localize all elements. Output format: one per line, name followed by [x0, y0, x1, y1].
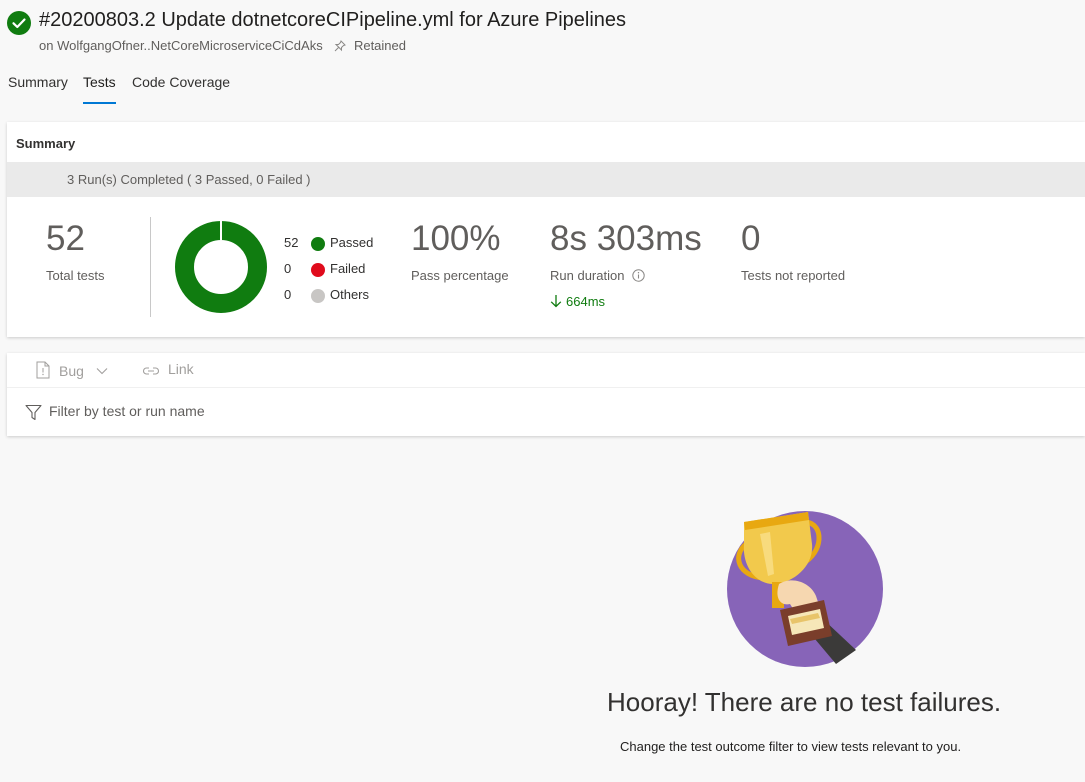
- bug-button-label: Bug: [59, 363, 84, 379]
- page-header: #20200803.2 Update dotnetcoreCIPipeline.…: [0, 0, 1085, 60]
- summary-card: Summary 3 Run(s) Completed ( 3 Passed, 0…: [7, 122, 1085, 337]
- pass-percentage-label: Pass percentage: [411, 268, 509, 283]
- legend-passed-label: Passed: [330, 235, 374, 250]
- total-tests-value: 52: [46, 219, 85, 258]
- outcome-donut-chart: [175, 221, 267, 313]
- legend-others-count: 0: [284, 287, 292, 302]
- bug-button[interactable]: Bug: [35, 361, 108, 379]
- run-duration-label-row: Run duration: [550, 268, 645, 285]
- runs-completed-text: 3 Run(s) Completed ( 3 Passed, 0 Failed …: [67, 172, 311, 187]
- link-icon: [143, 367, 159, 375]
- duration-delta-value: 664ms: [566, 294, 606, 309]
- others-dot-icon: [311, 289, 325, 303]
- repo-link[interactable]: on WolfgangOfner..NetCoreMicroserviceCiC…: [39, 38, 323, 53]
- tab-tests[interactable]: Tests: [83, 74, 116, 104]
- filter-funnel-icon: [25, 404, 42, 421]
- arrow-down-icon: [550, 295, 562, 308]
- run-duration-label: Run duration: [550, 268, 625, 283]
- pipeline-subtitle: on WolfgangOfner..NetCoreMicroserviceCiC…: [39, 38, 406, 55]
- legend-failed[interactable]: 0 Failed: [284, 261, 394, 279]
- success-check-icon: [7, 11, 31, 35]
- passed-dot-icon: [311, 237, 325, 251]
- legend-others-label: Others: [330, 287, 370, 302]
- chevron-down-icon: [96, 368, 108, 375]
- duration-delta: 664ms: [550, 294, 605, 309]
- bug-icon: [36, 361, 50, 379]
- donut-passed-segment: [175, 221, 267, 313]
- runs-completed-band: 3 Run(s) Completed ( 3 Passed, 0 Failed …: [7, 162, 1085, 197]
- trophy-illustration: [727, 511, 883, 667]
- empty-state-heading: Hooray! There are no test failures.: [607, 687, 1002, 717]
- legend-failed-label: Failed: [330, 261, 366, 276]
- info-icon[interactable]: [632, 269, 645, 285]
- results-toolbar: Bug Link: [7, 353, 1085, 436]
- legend-failed-count: 0: [284, 261, 292, 276]
- link-button-label: Link: [168, 361, 194, 377]
- legend-passed-count: 52: [284, 235, 299, 250]
- empty-state-hint: Change the test outcome filter to view t…: [620, 739, 962, 754]
- not-reported-label: Tests not reported: [741, 268, 846, 283]
- summary-title: Summary: [16, 136, 76, 151]
- link-button[interactable]: Link: [142, 361, 194, 377]
- tab-summary[interactable]: Summary: [8, 74, 68, 90]
- run-duration-value: 8s 303ms: [550, 219, 702, 258]
- page-title: #20200803.2 Update dotnetcoreCIPipeline.…: [39, 9, 627, 31]
- filter-bar: [7, 387, 1085, 437]
- total-tests-label: Total tests: [46, 268, 105, 283]
- tab-code-coverage[interactable]: Code Coverage: [132, 74, 230, 90]
- legend-passed[interactable]: 52 Passed: [284, 235, 394, 253]
- filter-input[interactable]: [47, 402, 651, 420]
- not-reported-value: 0: [741, 219, 761, 258]
- pin-icon: [334, 40, 347, 55]
- divider: [150, 217, 151, 317]
- legend-others[interactable]: 0 Others: [284, 287, 394, 305]
- pass-percentage-value: 100%: [411, 219, 501, 258]
- retained-label: Retained: [353, 38, 406, 53]
- failed-dot-icon: [311, 263, 325, 277]
